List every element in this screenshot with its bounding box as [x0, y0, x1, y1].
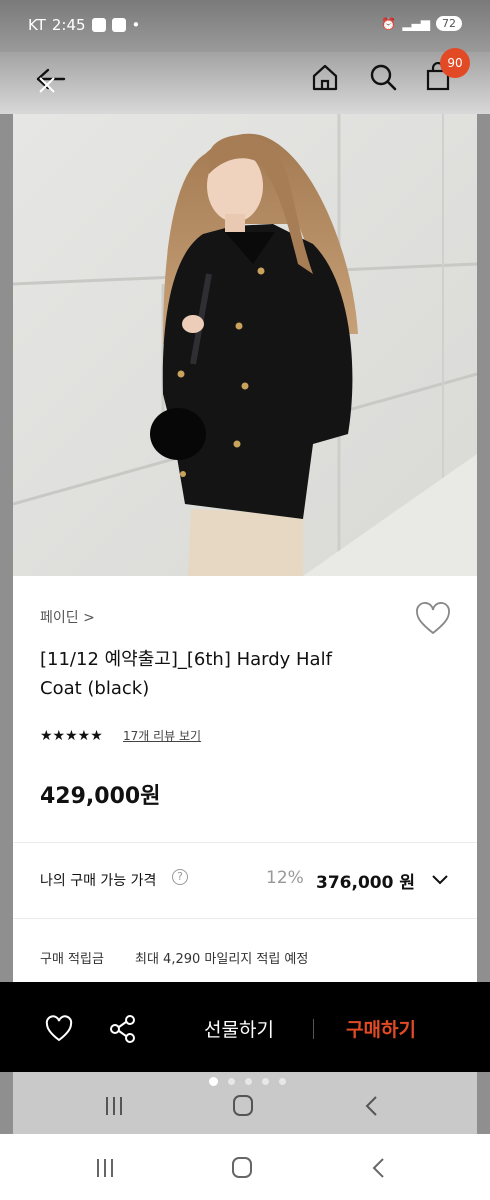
brand-link[interactable]: 페이딘 >	[40, 607, 95, 627]
discounted-price: 376,000 원	[316, 873, 415, 893]
page-dot	[228, 1078, 235, 1085]
divider	[313, 1019, 314, 1039]
buy-button[interactable]: 구매하기	[346, 1015, 416, 1042]
heart-icon[interactable]	[44, 1014, 74, 1044]
points-info: 최대 4,290 마일리지 적립 예정	[135, 952, 309, 967]
product-photo-graphic	[13, 114, 477, 576]
search-icon[interactable]	[368, 62, 398, 92]
carrier-label: KT	[28, 16, 46, 34]
chevron-down-icon[interactable]	[430, 870, 450, 890]
battery-indicator: 72	[436, 16, 462, 31]
page-dot	[245, 1078, 252, 1085]
discount-rate: 12%	[266, 868, 304, 888]
divider	[13, 842, 477, 843]
alarm-icon: ⏰	[381, 16, 397, 31]
heart-icon[interactable]	[414, 602, 452, 636]
app-notification-icon	[111, 18, 126, 32]
page-dot	[262, 1078, 269, 1085]
share-icon[interactable]	[108, 1014, 138, 1044]
cart-count-badge[interactable]: 90	[440, 48, 470, 78]
product-title-line-1: [11/12 예약출고]_[6th] Hardy Half	[40, 649, 332, 670]
gift-button[interactable]: 선물하기	[204, 1015, 274, 1042]
product-price: 429,000원	[40, 784, 161, 809]
back-nav-icon[interactable]	[358, 1094, 388, 1118]
page-dot	[279, 1078, 286, 1085]
bottom-action-bar: 선물하기 구매하기	[0, 982, 490, 1072]
product-image[interactable]	[13, 114, 477, 576]
recent-apps-icon[interactable]	[99, 1094, 129, 1118]
status-bar: KT 2:45 • ⏰ ▂▄▆ 72	[0, 0, 490, 52]
system-navigation-bar	[0, 1134, 490, 1200]
back-nav-icon[interactable]	[365, 1156, 395, 1180]
help-icon[interactable]: ?	[172, 869, 188, 885]
clock: 2:45	[51, 16, 86, 34]
product-title-line-2: Coat (black)	[40, 678, 150, 699]
dot-icon: •	[131, 16, 141, 34]
page-dot	[209, 1077, 218, 1086]
home-nav-icon[interactable]	[228, 1094, 258, 1118]
inner-navigation-bar	[13, 1072, 477, 1134]
status-right: ⏰ ▂▄▆ 72	[381, 16, 462, 31]
top-app-bar	[0, 52, 490, 114]
rating-stars: ★★★★★	[40, 728, 103, 744]
page-indicator	[209, 1077, 286, 1086]
home-icon[interactable]	[310, 62, 340, 92]
notification-icon	[91, 18, 106, 32]
home-nav-icon[interactable]	[227, 1156, 257, 1180]
my-price-label: 나의 구매 가능 가격	[40, 873, 157, 889]
points-label: 구매 적립금	[40, 952, 104, 967]
recent-apps-icon[interactable]	[90, 1156, 120, 1180]
reviews-link[interactable]: 17개 리뷰 보기	[123, 727, 201, 744]
divider	[13, 918, 477, 919]
back-icon[interactable]	[34, 62, 68, 96]
product-title: [11/12 예약출고]_[6th] Hardy Half Coat (blac…	[40, 645, 370, 703]
status-left: KT 2:45 •	[28, 16, 140, 34]
signal-icon: ▂▄▆	[402, 16, 430, 31]
